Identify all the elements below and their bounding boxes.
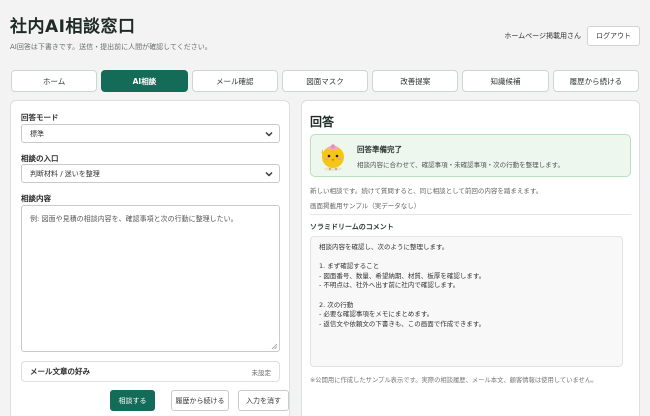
mode-select-value: 標準 (30, 129, 44, 138)
comment-box: 相談内容を確認し、次のように整理します。 1. まず確認すること - 図面番号、… (310, 236, 623, 367)
app-title: 社内AI相談窓口 (10, 17, 136, 37)
tab-home[interactable]: ホーム (11, 70, 98, 92)
clear-input-button[interactable]: 入力を消す (238, 390, 289, 411)
comment-line (319, 291, 614, 301)
divider (310, 214, 631, 215)
mail-preference-row[interactable]: メール文章の好み 未設定 (21, 361, 280, 382)
submit-button[interactable]: 相談する (110, 390, 155, 411)
new-consult-note: 新しい相談です。続けて質問すると、同じ相談として前回の内容を踏まえます。 (310, 187, 543, 195)
user-name: ホームページ掲載用さん (504, 32, 581, 40)
comment-line: - 必要な確認事項をメモにまとめます。 (319, 310, 434, 319)
user-area: ホームページ掲載用さん ログアウト (504, 26, 640, 46)
tab-improvement[interactable]: 改善提案 (372, 70, 459, 92)
comment-heading: ソラミドリームのコメント (310, 223, 394, 231)
comment-line: 相談内容を確認し、次のように整理します。 (319, 243, 449, 251)
tab-bar: ホーム AI相談 メール確認 図面マスク 改善提案 知識候補 履歴から続ける (11, 70, 639, 92)
content-placeholder: 例: 図面や見積の相談内容を、確認事項と次の行動に整理したい。 (30, 215, 238, 223)
logout-button[interactable]: ログアウト (587, 26, 640, 46)
continue-history-button[interactable]: 履歴から続ける (171, 390, 229, 411)
comment-line: - 返信文や依頼文の下書きも、この画面で作成できます。 (319, 319, 486, 328)
answer-title: 回答 (310, 115, 335, 129)
consult-form-panel: 回答モード 標準 相談の入口 判断材料 / 迷いを整理 相談内容 例: 図面や見… (10, 100, 290, 416)
pref-value: 未設定 (251, 368, 272, 377)
comment-line (319, 253, 614, 263)
content-label: 相談内容 (21, 194, 51, 203)
status-card: 回答準備完了 相談内容に合わせて、確認事項・未確認事項・次の行動を整理します。 (310, 134, 631, 177)
tab-knowledge[interactable]: 知識候補 (462, 70, 549, 92)
entry-select[interactable]: 判断材料 / 迷いを整理 (21, 164, 280, 183)
entry-label: 相談の入口 (21, 154, 59, 163)
status-title: 回答準備完了 (357, 145, 402, 154)
comment-line: - 不明点は、社外へ出す前に社内で確認します。 (319, 281, 460, 290)
sample-note: 画面掲載用サンプル（実データなし） (310, 202, 421, 210)
tab-drawing-mask[interactable]: 図面マスク (281, 70, 369, 92)
comment-line: - 図面番号、数量、希望納期、材質、板厚を確認します。 (319, 271, 486, 280)
footnote: ※公開用に作成したサンプル表示です。実際の相談履歴、メール本文、顧客情報は使用し… (310, 377, 598, 384)
comment-line: 1. まず確認すること (319, 262, 380, 271)
chevron-down-icon (265, 172, 273, 177)
tab-history[interactable]: 履歴から続ける (552, 70, 639, 92)
mode-label: 回答モード (21, 113, 59, 122)
content-textarea[interactable]: 例: 図面や見積の相談内容を、確認事項と次の行動に整理したい。 (21, 205, 280, 352)
comment-line: 2. 次の行動 (319, 300, 354, 309)
tab-ai-consult[interactable]: AI相談 (101, 70, 188, 92)
pref-label: メール文章の好み (30, 367, 90, 376)
tab-mail-check[interactable]: メール確認 (191, 70, 278, 92)
answer-panel: 回答 回答準備完了 相談内容に合わせて、確認事項・未確認事項・次の行動を整理しま… (301, 100, 640, 416)
mode-select[interactable]: 標準 (21, 124, 280, 143)
entry-select-value: 判断材料 / 迷いを整理 (30, 169, 100, 178)
resize-grip-icon[interactable] (271, 343, 277, 349)
app-subtitle: AI回答は下書きです。送信・提出前に人間が確認してください。 (10, 43, 212, 51)
chick-mascot-icon (321, 144, 344, 171)
chevron-down-icon (265, 132, 273, 137)
status-description: 相談内容に合わせて、確認事項・未確認事項・次の行動を整理します。 (357, 161, 565, 169)
